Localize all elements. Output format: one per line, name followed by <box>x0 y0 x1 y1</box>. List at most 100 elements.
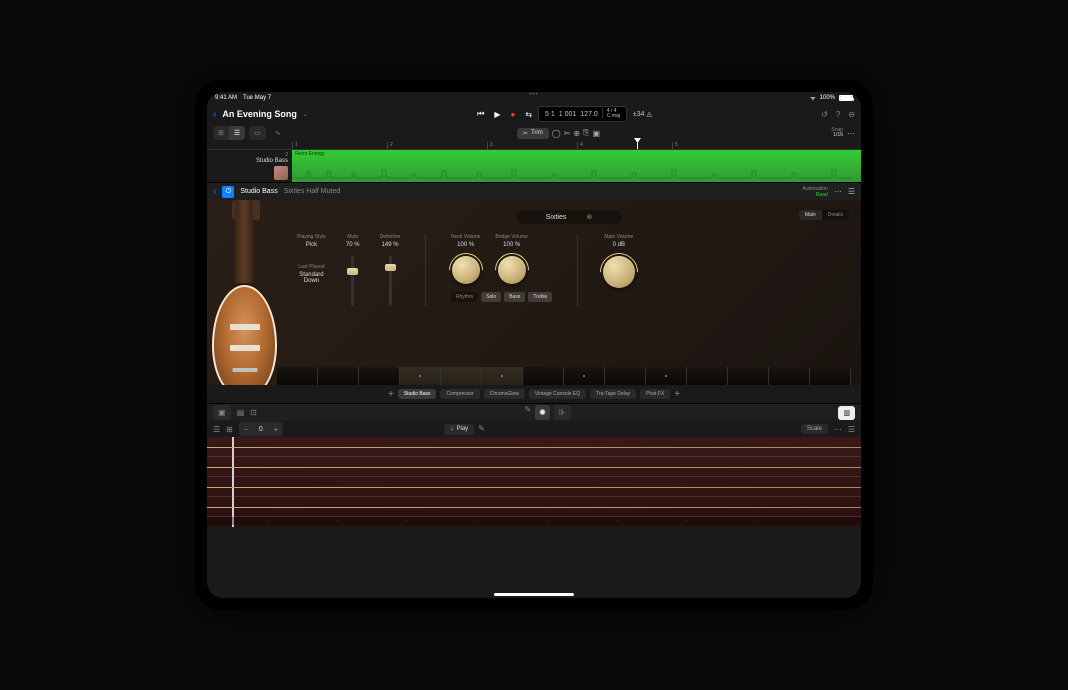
ruler-tick: 3 <box>487 142 493 149</box>
list-view-button[interactable]: ☰ <box>229 126 245 140</box>
plugin-slot[interactable]: Vintage Console EQ <box>529 389 586 399</box>
battery-pct: 100% <box>820 95 835 101</box>
plugin-slot[interactable]: ChromaGlow <box>484 389 525 399</box>
midi-region[interactable]: Retro Energy <box>292 150 861 182</box>
lcd-bars: 5 1 <box>545 111 555 118</box>
keyboard-button[interactable]: ▥ <box>838 406 855 420</box>
home-indicator[interactable] <box>494 593 574 596</box>
transpose-stepper: − 0 + <box>239 422 283 436</box>
inspector-button[interactable]: ⊡ <box>250 408 257 417</box>
definition-slider[interactable] <box>389 256 392 306</box>
bridge-volume-knob[interactable] <box>498 256 526 284</box>
list-icon[interactable]: ☰ <box>213 425 220 434</box>
join-tool[interactable]: ⊕ <box>573 129 580 138</box>
play-mode-button[interactable]: ☟ Play <box>444 424 474 435</box>
plugin-slot[interactable]: Compressor <box>440 389 479 399</box>
playhead[interactable] <box>637 142 638 149</box>
details-view-button[interactable]: Details <box>822 210 849 220</box>
plugin-strip: + Studio Bass Compressor ChromaGlow Vint… <box>207 385 861 403</box>
tuner-display[interactable]: ±34 ◬ <box>633 110 652 118</box>
automation-mode[interactable]: Read <box>816 192 828 198</box>
multitask-dots[interactable]: ••• <box>529 92 538 98</box>
string-d[interactable] <box>207 457 861 477</box>
neck-volume-knob[interactable] <box>452 256 480 284</box>
inst-more-button[interactable]: ⋯ <box>834 187 842 196</box>
library-button[interactable]: ▤ <box>237 408 245 417</box>
step-plus[interactable]: + <box>270 423 282 435</box>
copy-tool[interactable]: ⎘ <box>583 128 589 138</box>
tuner-icon: ◬ <box>647 110 652 118</box>
fretboard-editor[interactable]: · · · · · · · · <box>207 437 861 527</box>
main-toolbar: ⊞ ☰ ▭ ∿ ✂ Trim ◯ ✂ ⊕ ⎘ ▣ Snap 1/16 ⋯ <box>207 124 861 142</box>
fretboard-preview[interactable] <box>277 367 851 385</box>
cycle-button[interactable]: ⇆ <box>525 110 532 119</box>
split-tool[interactable]: ✂ <box>564 129 571 138</box>
ruler-tick: 5 <box>672 142 678 149</box>
scale-button[interactable]: Scale <box>801 424 828 434</box>
help-button[interactable]: ? <box>836 110 840 119</box>
string-a[interactable] <box>207 477 861 497</box>
tone-solo[interactable]: Solo <box>481 292 501 302</box>
notch <box>509 80 559 83</box>
playing-style-value[interactable]: Pick <box>306 242 317 248</box>
tone-rhythm[interactable]: Rhythm <box>451 292 478 302</box>
grid-view-button[interactable]: ⊞ <box>213 126 229 140</box>
add-plugin-left[interactable]: + <box>388 389 394 400</box>
string-g[interactable] <box>207 437 861 457</box>
ruler-tick: 2 <box>387 142 393 149</box>
step-minus[interactable]: − <box>240 423 252 435</box>
mixer-button[interactable]: ⊪ <box>554 405 571 420</box>
mute-slider[interactable] <box>351 256 354 306</box>
pencil-tool[interactable]: ✎ <box>524 405 531 420</box>
more-button[interactable]: ⋯ <box>847 129 855 138</box>
lcd-tempo: 127.0 <box>580 111 598 118</box>
preset-selector[interactable]: Sixties ⊗ <box>516 210 623 224</box>
plugin-slot[interactable]: Tru-Tape Delay <box>590 389 636 399</box>
power-button[interactable]: ⏻ <box>222 186 234 198</box>
add-plugin-right[interactable]: + <box>674 389 680 400</box>
view-mode-button[interactable]: ▭ <box>249 126 266 140</box>
plugin-slot[interactable]: Studio Bass <box>398 389 437 399</box>
project-title[interactable]: An Evening Song <box>222 109 297 119</box>
loop-tool[interactable]: ◯ <box>552 129 561 138</box>
rewind-button[interactable]: ⏮ <box>477 109 484 119</box>
track-instrument-icon <box>274 166 288 180</box>
brush-tool[interactable]: ✺ <box>535 405 550 420</box>
back-button[interactable]: ‹ <box>213 109 216 120</box>
plugin-slot[interactable]: Phat FX <box>640 389 670 399</box>
preset-close-icon[interactable]: ⊗ <box>586 213 592 221</box>
edit-mode-button[interactable]: ✎ <box>478 424 485 435</box>
lcd-display[interactable]: 5 1 1 001 127.0 4 / 4 C maj <box>538 106 627 122</box>
automation-curve-button[interactable]: ∿ <box>270 126 286 140</box>
track-row[interactable]: 2 Studio Bass Retro Energy <box>207 150 861 182</box>
tone-bass[interactable]: Bass <box>504 292 525 302</box>
ed-menu-button[interactable]: ☰ <box>848 425 855 434</box>
timeline-ruler[interactable]: 1 2 3 4 5 <box>207 142 861 150</box>
instrument-panel: Main Details Sixties ⊗ Playing Style Pic… <box>207 200 861 385</box>
trim-tool[interactable]: ✂ Trim <box>517 128 549 139</box>
ed-more-button[interactable]: ⋯ <box>834 425 842 434</box>
title-dropdown-icon[interactable]: ⌄ <box>303 111 308 118</box>
editor-toolbar-2: ☰ ⊞ − 0 + ☟ Play ✎ Scale ⋯ ☰ <box>207 421 861 437</box>
record-button[interactable]: ● <box>510 110 515 119</box>
editor-ruler[interactable]: · · · · · · · · <box>207 517 861 525</box>
grid-icon[interactable]: ⊞ <box>226 425 233 434</box>
string-e[interactable] <box>207 497 861 517</box>
paste-tool[interactable]: ▣ <box>592 129 600 138</box>
transport-controls: ⏮ ▶ ● ⇆ <box>477 109 532 119</box>
instrument-header: ‹ ⏻ Studio Bass Sixties Half Muted Autom… <box>207 182 861 200</box>
play-button[interactable]: ▶ <box>494 110 500 119</box>
track-header[interactable]: 2 Studio Bass <box>207 150 292 182</box>
inst-back-button[interactable]: ‹ <box>213 186 216 197</box>
tone-treble[interactable]: Treble <box>528 292 552 302</box>
main-volume-knob[interactable] <box>603 256 635 288</box>
snap-setting[interactable]: Snap 1/16 <box>831 128 843 138</box>
camera-button[interactable]: ▣ <box>213 405 231 420</box>
track-area: 1 2 3 4 5 2 Studio Bass Retro Energy <box>207 142 861 182</box>
main-view-button[interactable]: Main <box>799 210 822 220</box>
view-toggle: Main Details <box>799 210 849 220</box>
screen: ••• 9:41 AM Tue May 7 ᯤ 100% ‹ An Evenin… <box>207 92 861 598</box>
inst-menu-button[interactable]: ☰ <box>848 187 855 196</box>
settings-button[interactable]: ⊖ <box>848 110 855 119</box>
history-button[interactable]: ↺ <box>821 110 828 119</box>
